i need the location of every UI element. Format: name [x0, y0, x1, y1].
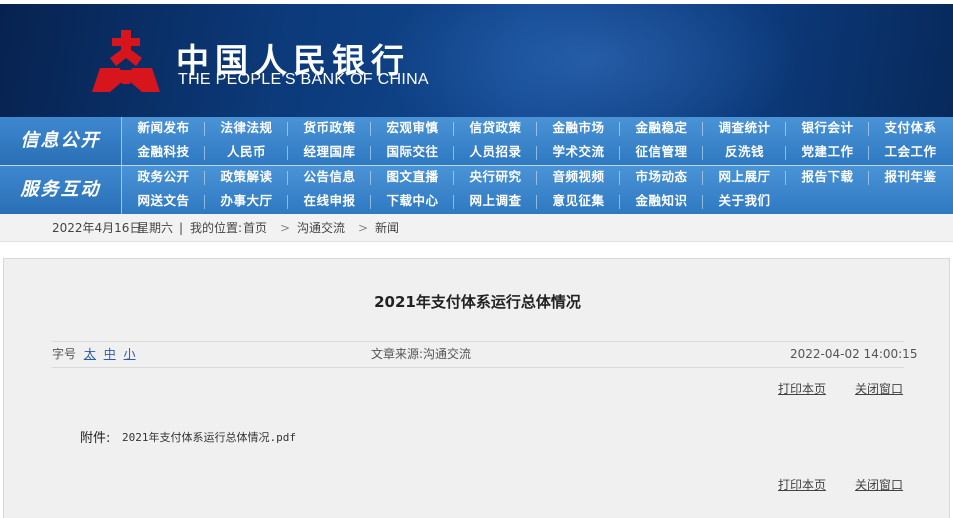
nav-item[interactable]: 支付体系	[869, 117, 952, 141]
chevron-right-icon: >	[280, 221, 291, 235]
breadcrumb: 2022年4月16日 星期六 | 我的位置: 首页 > 沟通交流 > 新闻	[0, 214, 953, 242]
nav-row: 政务公开 政策解读 公告信息 图文直播 央行研究 音频视频 市场动态 网上展厅 …	[122, 166, 953, 190]
nav-item[interactable]: 党建工作	[786, 141, 869, 165]
nav-item[interactable]: 银行会计	[786, 117, 869, 141]
nav-item[interactable]: 征信管理	[620, 141, 703, 165]
nav-item[interactable]: 宏观审慎	[371, 117, 454, 141]
close-window-link[interactable]: 关闭窗口	[855, 380, 903, 397]
nav-item[interactable]: 政务公开	[122, 166, 205, 190]
nav-item[interactable]: 学术交流	[537, 141, 620, 165]
nav-item[interactable]: 市场动态	[620, 166, 703, 190]
nav-item[interactable]: 人员招录	[454, 141, 537, 165]
nav-group-items: 新闻发布 法律法规 货币政策 宏观审慎 信贷政策 金融市场 金融稳定 调查统计 …	[122, 117, 953, 165]
nav-item[interactable]: 下载中心	[371, 190, 454, 214]
nav-item[interactable]: 金融稳定	[620, 117, 703, 141]
breadcrumb-divider: |	[179, 221, 184, 235]
nav-item[interactable]: 关于我们	[703, 190, 786, 214]
location-label: 我的位置:	[190, 221, 243, 235]
nav-row: 金融科技 人民币 经理国库 国际交往 人员招录 学术交流 征信管理 反洗钱 党建…	[122, 141, 953, 165]
nav-item[interactable]: 工会工作	[869, 141, 952, 165]
nav-item[interactable]: 调查统计	[703, 117, 786, 141]
nav-item[interactable]: 货币政策	[288, 117, 371, 141]
breadcrumb-level2-link[interactable]: 新闻	[375, 214, 399, 242]
article-panel: 2021年支付体系运行总体情况 字号 太 中 小 文章来源:沟通交流 2022-…	[3, 258, 950, 518]
nav-item[interactable]: 网送文告	[122, 190, 205, 214]
nav-item[interactable]: 意见征集	[537, 190, 620, 214]
nav-item[interactable]: 金融市场	[537, 117, 620, 141]
nav-row: 新闻发布 法律法规 货币政策 宏观审慎 信贷政策 金融市场 金融稳定 调查统计 …	[122, 117, 953, 141]
close-window-link-bottom[interactable]: 关闭窗口	[855, 476, 903, 493]
nav-group-title: 信息公开	[0, 117, 122, 165]
nav-group-items: 政务公开 政策解读 公告信息 图文直播 央行研究 音频视频 市场动态 网上展厅 …	[122, 166, 953, 214]
current-weekday: 星期六	[137, 221, 174, 235]
font-size-small-button[interactable]: 小	[124, 347, 136, 361]
article-source: 文章来源:沟通交流	[371, 345, 471, 363]
breadcrumb-home-link[interactable]: 首页	[243, 214, 267, 242]
source-label: 文章来源:	[371, 347, 424, 361]
source-value: 沟通交流	[423, 347, 472, 361]
font-size-medium-button[interactable]: 中	[104, 347, 116, 361]
nav-item[interactable]: 报告下载	[786, 166, 869, 190]
nav-item[interactable]: 国际交往	[371, 141, 454, 165]
pboc-logo-icon[interactable]	[90, 28, 162, 94]
nav-item[interactable]: 信贷政策	[454, 117, 537, 141]
nav-item[interactable]: 报刊年鉴	[869, 166, 952, 190]
header-banner: 中国人民银行 THE PEOPLE'S BANK OF CHINA	[0, 0, 953, 117]
attachment-file-link[interactable]: 2021年支付体系运行总体情况.pdf	[122, 429, 296, 445]
banner-glow	[380, 0, 800, 117]
nav-item[interactable]: 新闻发布	[122, 117, 205, 141]
nav-item[interactable]: 政策解读	[205, 166, 288, 190]
publish-datetime: 2022-04-02 14:00:15	[790, 347, 918, 361]
nav-row: 网送文告 办事大厅 在线申报 下载中心 网上调查 意见征集 金融知识 关于我们	[122, 190, 953, 214]
nav-item[interactable]: 经理国库	[288, 141, 371, 165]
meta-divider-bottom	[52, 367, 904, 368]
nav-item[interactable]: 在线申报	[288, 190, 371, 214]
current-date: 2022年4月16日	[52, 221, 142, 235]
font-size-controls: 字号 太 中 小	[52, 345, 136, 363]
nav-item[interactable]: 办事大厅	[205, 190, 288, 214]
nav-item[interactable]: 公告信息	[288, 166, 371, 190]
nav-item[interactable]: 音频视频	[537, 166, 620, 190]
nav-item[interactable]: 央行研究	[454, 166, 537, 190]
print-page-link-bottom[interactable]: 打印本页	[778, 476, 826, 493]
print-page-link[interactable]: 打印本页	[778, 380, 826, 397]
top-strip	[0, 0, 953, 4]
nav-item[interactable]: 金融科技	[122, 141, 205, 165]
nav-item[interactable]: 反洗钱	[703, 141, 786, 165]
logo-english-name: THE PEOPLE'S BANK OF CHINA	[178, 71, 429, 88]
nav-item[interactable]: 图文直播	[371, 166, 454, 190]
nav-item[interactable]: 金融知识	[620, 190, 703, 214]
breadcrumb-level1-link[interactable]: 沟通交流	[297, 214, 345, 242]
chevron-right-icon: >	[358, 221, 369, 235]
nav-item[interactable]: 网上展厅	[703, 166, 786, 190]
nav-item[interactable]: 人民币	[205, 141, 288, 165]
font-size-large-button[interactable]: 太	[84, 347, 96, 361]
nav-item[interactable]: 网上调查	[454, 190, 537, 214]
nav-item[interactable]: 法律法规	[205, 117, 288, 141]
nav-group-info: 信息公开 新闻发布 法律法规 货币政策 宏观审慎 信贷政策 金融市场 金融稳定 …	[0, 117, 953, 165]
attachment-label: 附件:	[80, 431, 111, 446]
nav-group-title: 服务互动	[0, 166, 122, 214]
nav-group-service: 服务互动 政务公开 政策解读 公告信息 图文直播 央行研究 音频视频 市场动态 …	[0, 166, 953, 214]
meta-divider-top	[52, 341, 904, 342]
font-size-label: 字号	[52, 347, 77, 361]
main-nav: 信息公开 新闻发布 法律法规 货币政策 宏观审慎 信贷政策 金融市场 金融稳定 …	[0, 117, 953, 214]
article-title: 2021年支付体系运行总体情况	[374, 293, 581, 311]
